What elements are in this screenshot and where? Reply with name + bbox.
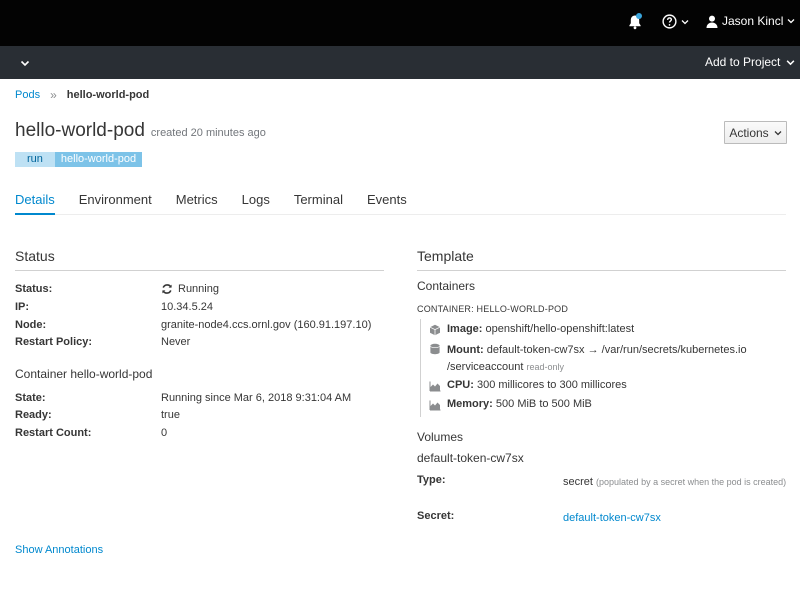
node-value: granite-node4.ccs.ornl.gov (160.91.197.1… xyxy=(161,319,372,331)
cpu-value: 300 millicores to 300 millicores xyxy=(476,379,627,391)
caret-down-icon xyxy=(774,130,782,135)
label-key[interactable]: run xyxy=(15,152,55,167)
masthead: Jason Kincl xyxy=(0,0,800,46)
status-value: Running xyxy=(161,283,219,295)
read-only-note: read-only xyxy=(526,362,565,372)
volume-type-text: secret xyxy=(563,476,593,488)
ready-value: true xyxy=(161,409,180,421)
node-key: Node: xyxy=(15,319,47,331)
status-text: Running xyxy=(178,283,219,295)
help-menu[interactable] xyxy=(662,14,689,29)
tab-environment[interactable]: Environment xyxy=(79,190,152,215)
mount-value: default-token-cw7sx → /var/run/secrets/k… xyxy=(486,344,747,356)
actions-button[interactable]: Actions xyxy=(724,121,787,144)
containers-heading: Containers xyxy=(417,279,476,293)
container-status-heading: Container hello-world-pod xyxy=(15,367,153,381)
state-key: State: xyxy=(15,392,46,404)
area-chart-icon xyxy=(429,381,441,392)
tab-bar: Details Environment Metrics Logs Termina… xyxy=(15,190,786,215)
tab-metrics[interactable]: Metrics xyxy=(176,190,218,215)
tab-details[interactable]: Details xyxy=(15,190,55,215)
restart-count-value: 0 xyxy=(161,427,168,439)
breadcrumb-current: hello-world-pod xyxy=(66,89,150,101)
notification-badge xyxy=(636,13,642,19)
restart-count-key: Restart Count: xyxy=(15,427,92,439)
chevron-down-icon xyxy=(786,59,795,65)
container-name-label: CONTAINER: HELLO-WORLD-POD xyxy=(417,304,569,314)
image-value: openshift/hello-openshift:latest xyxy=(485,323,635,335)
state-value: Running since Mar 6, 2018 9:31:04 AM xyxy=(161,392,352,404)
mount-row: Mount: default-token-cw7sx → /var/run/se… xyxy=(429,342,747,376)
add-to-project-button[interactable]: Add to Project xyxy=(705,55,795,69)
actions-label: Actions xyxy=(729,125,769,140)
cpu-row: CPU: 300 millicores to 300 millicores xyxy=(429,379,627,392)
image-row: Image: openshift/hello-openshift:latest xyxy=(429,323,634,336)
chevron-down-icon[interactable] xyxy=(18,56,32,70)
template-heading: Template xyxy=(417,248,474,264)
volume-name: default-token-cw7sx xyxy=(417,451,524,465)
memory-key: Memory: xyxy=(447,398,493,410)
divider xyxy=(417,270,786,271)
database-icon xyxy=(430,343,440,355)
cpu-key: CPU: xyxy=(447,379,474,391)
page-title: hello-world-pod xyxy=(15,120,145,141)
sync-icon xyxy=(162,284,172,294)
caret-down-icon xyxy=(681,19,689,24)
caret-down-icon xyxy=(787,19,795,24)
breadcrumb-pods-link[interactable]: Pods xyxy=(15,89,40,101)
volume-secret-key: Secret: xyxy=(417,510,455,522)
ip-key: IP: xyxy=(15,301,30,313)
project-bar: Add to Project xyxy=(0,46,800,79)
user-icon xyxy=(706,15,718,28)
tab-terminal[interactable]: Terminal xyxy=(294,190,343,215)
cube-icon xyxy=(429,324,441,336)
user-menu[interactable]: Jason Kincl xyxy=(706,14,795,28)
volume-type-key: Type: xyxy=(417,474,446,486)
status-key: Status: xyxy=(15,283,53,295)
ready-key: Ready: xyxy=(15,409,52,421)
secret-link[interactable]: default-token-cw7sx xyxy=(563,510,793,527)
add-to-project-label: Add to Project xyxy=(705,55,781,69)
user-name: Jason Kincl xyxy=(722,14,784,28)
volumes-heading: Volumes xyxy=(417,430,464,444)
breadcrumb-separator-icon: » xyxy=(50,88,57,102)
created-timestamp: created 20 minutes ago xyxy=(150,127,266,139)
question-circle-icon xyxy=(662,14,677,29)
label-value[interactable]: hello-world-pod xyxy=(54,152,143,167)
status-heading: Status xyxy=(15,248,55,264)
container-details: Image: openshift/hello-openshift:latest … xyxy=(420,319,790,417)
pod-labels: run hello-world-pod xyxy=(15,152,143,167)
area-chart-icon xyxy=(429,400,441,411)
ip-value: 10.34.5.24 xyxy=(161,301,213,313)
image-key: Image: xyxy=(447,323,483,335)
mount-value-cont: /serviceaccount xyxy=(447,361,524,373)
mount-key: Mount: xyxy=(447,344,484,356)
divider xyxy=(15,270,384,271)
breadcrumb: Pods » hello-world-pod xyxy=(15,88,149,102)
show-annotations-link[interactable]: Show Annotations xyxy=(15,544,103,556)
tab-logs[interactable]: Logs xyxy=(242,190,270,215)
page-header: hello-world-pod created 20 minutes ago xyxy=(15,120,266,142)
volume-type-note: (populated by a secret when the pod is c… xyxy=(596,477,787,487)
volume-type-value: secret (populated by a secret when the p… xyxy=(563,474,793,491)
memory-value: 500 MiB to 500 MiB xyxy=(495,398,592,410)
restart-policy-value: Never xyxy=(161,336,191,348)
tab-events[interactable]: Events xyxy=(367,190,407,215)
memory-row: Memory: 500 MiB to 500 MiB xyxy=(429,398,592,411)
restart-policy-key: Restart Policy: xyxy=(15,336,93,348)
